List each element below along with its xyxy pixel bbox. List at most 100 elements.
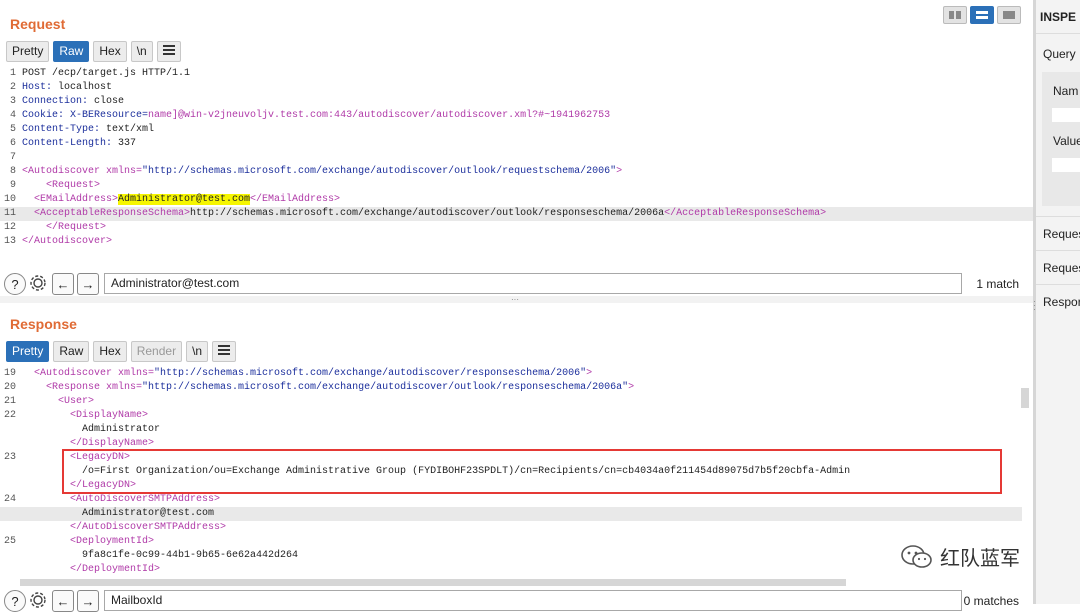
- wechat-icon: [901, 544, 932, 568]
- response-tab-hex[interactable]: Hex: [93, 341, 127, 362]
- response-title: Response: [10, 316, 77, 332]
- response-tab-pretty[interactable]: Pretty: [6, 341, 50, 362]
- response-menu-icon[interactable]: [212, 341, 237, 362]
- code-token: <DisplayName>: [22, 410, 149, 421]
- line-number: 1: [9, 68, 16, 79]
- line-number: 21: [3, 396, 16, 407]
- next-match-button[interactable]: →: [77, 273, 99, 295]
- code-token: >: [628, 382, 635, 393]
- request-code-line: 11 <AcceptableResponseSchema>http://sche…: [0, 207, 1033, 221]
- request-match-count: 1 match: [976, 277, 1019, 291]
- code-token: xmlns=: [106, 166, 143, 177]
- help-icon[interactable]: ?: [4, 590, 26, 612]
- request-code-line: 9 <Request>: [0, 179, 1033, 193]
- response-search-input[interactable]: MailboxId: [104, 590, 962, 611]
- code-token: <User>: [22, 396, 95, 407]
- request-code-line: 5 Content-Type: text/xml: [0, 123, 1033, 137]
- line-number: 7: [9, 152, 16, 163]
- line-number: 8: [9, 166, 16, 177]
- code-token: 9fa8c1fe-0c99-44b1-9b65-6e62a442d264: [22, 550, 299, 561]
- code-token: <DeploymentId>: [22, 536, 155, 547]
- code-token: POST /ecp/target.js HTTP/1.1: [22, 68, 191, 79]
- prev-match-button[interactable]: ←: [52, 273, 74, 295]
- inspector-row-request-headers[interactable]: Reques: [1036, 250, 1080, 284]
- response-code-line: 24 <AutoDiscoverSMTPAddress>: [0, 493, 1022, 507]
- response-tab-raw[interactable]: Raw: [53, 341, 90, 362]
- layout-side-by-side-button[interactable]: [943, 6, 967, 24]
- code-token: <AcceptableResponseSchema>: [22, 208, 191, 219]
- response-code-line: Administrator@test.com: [0, 507, 1022, 521]
- inspector-row-response-headers[interactable]: Respor: [1036, 284, 1080, 318]
- request-search-input[interactable]: Administrator@test.com: [104, 273, 962, 294]
- code-token: <Request>: [22, 180, 101, 191]
- query-section[interactable]: Query: [1043, 47, 1076, 61]
- pane-splitter[interactable]: ···: [0, 296, 1033, 304]
- line-number: 20: [3, 382, 16, 393]
- line-number: 2: [9, 82, 16, 93]
- name-field[interactable]: [1052, 108, 1080, 122]
- response-tab-render[interactable]: Render: [130, 341, 183, 362]
- line-number: 23: [3, 452, 16, 463]
- request-code-line: 3 Connection: close: [0, 95, 1033, 109]
- request-code-line: 13 </Autodiscover>: [0, 235, 1033, 249]
- response-vertical-scrollbar[interactable]: [1021, 388, 1029, 408]
- response-tab-newline[interactable]: \n: [186, 341, 209, 362]
- request-tab-hex[interactable]: Hex: [93, 41, 127, 62]
- code-token: Host:: [22, 82, 53, 93]
- line-number: 25: [3, 536, 16, 547]
- value-label: Value: [1053, 134, 1080, 148]
- response-horizontal-scrollbar[interactable]: [20, 579, 846, 586]
- request-code-line: 1 POST /ecp/target.js HTTP/1.1: [0, 67, 1033, 81]
- response-code-line: 25 <DeploymentId>: [0, 535, 1022, 549]
- code-token: </Request>: [22, 222, 107, 233]
- gear-icon[interactable]: [28, 590, 48, 610]
- line-number: 11: [3, 208, 16, 219]
- request-title: Request: [10, 16, 66, 32]
- layout-stacked-button[interactable]: [970, 6, 994, 24]
- request-menu-icon[interactable]: [156, 41, 181, 62]
- request-search-bar: ? ← → Administrator@test.com 1 match: [0, 271, 1033, 297]
- code-token: xmlns=: [106, 382, 143, 393]
- line-number: 5: [9, 124, 16, 135]
- request-code-line: 7: [0, 151, 1033, 165]
- code-token: </EMailAddress>: [250, 194, 341, 205]
- code-token: </DeploymentId>: [22, 564, 161, 575]
- code-token: </DisplayName>: [22, 438, 155, 449]
- code-token: <Autodiscover: [22, 368, 119, 379]
- request-tab-raw[interactable]: Raw: [53, 41, 90, 62]
- request-editor[interactable]: 1 POST /ecp/target.js HTTP/1.1 2 Host: loca…: [0, 67, 1033, 249]
- code-token: 337: [112, 138, 137, 149]
- code-token: close: [88, 96, 125, 107]
- code-token: "http://schemas.microsoft.com/exchange/a…: [142, 382, 629, 393]
- inspector-row-request-attributes[interactable]: Reques: [1036, 216, 1080, 250]
- value-field[interactable]: [1052, 158, 1080, 172]
- request-tabs: Pretty Raw Hex \n: [6, 41, 181, 62]
- code-token: Cookie:: [22, 110, 65, 121]
- code-token: Administrator@test.com: [22, 508, 215, 519]
- code-token: "http://schemas.microsoft.com/exchange/a…: [142, 166, 617, 177]
- request-tab-newline[interactable]: \n: [130, 41, 153, 62]
- code-token: name]@win-v2jneuvoljv.test.com:443/autod…: [148, 110, 611, 121]
- inspector-panel: INSPE Query Nam Value Reques Reques Resp…: [1036, 0, 1080, 604]
- gear-icon[interactable]: [28, 273, 48, 293]
- response-code-line: </AutoDiscoverSMTPAddress>: [0, 521, 1022, 535]
- code-token: http://schemas.microsoft.com/exchange/au…: [190, 208, 665, 219]
- response-code-line: </DeploymentId>: [0, 563, 1022, 577]
- layout-single-button[interactable]: [997, 6, 1021, 24]
- request-code-line: 6 Content-Length: 337: [0, 137, 1033, 151]
- request-code-line: 4 Cookie: X-BEResource=name]@win-v2jneuvo…: [0, 109, 1033, 123]
- highlight-box: [62, 449, 1002, 494]
- code-token: </AcceptableResponseSchema>: [664, 208, 827, 219]
- code-token: <Autodiscover: [22, 166, 107, 177]
- watermark-text: 红队蓝军: [940, 546, 1020, 570]
- response-match-count: 0 matches: [963, 594, 1019, 608]
- line-number: 9: [9, 180, 16, 191]
- prev-match-button[interactable]: ←: [52, 590, 74, 612]
- response-code-line: 19 <Autodiscover xmlns="http://schemas.m…: [0, 367, 1022, 381]
- next-match-button[interactable]: →: [77, 590, 99, 612]
- inspector-title: INSPE: [1040, 10, 1077, 24]
- line-number: 4: [9, 110, 16, 121]
- line-number: 12: [3, 222, 16, 233]
- request-tab-pretty[interactable]: Pretty: [6, 41, 50, 62]
- help-icon[interactable]: ?: [4, 273, 26, 295]
